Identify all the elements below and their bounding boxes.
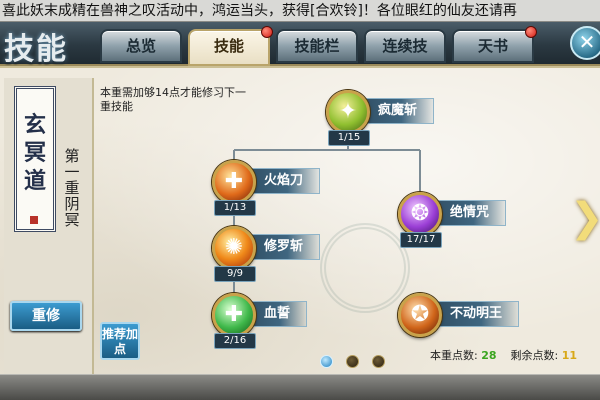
asura-slash-icon: ✺ (212, 226, 256, 270)
points-summary: 本重点数: 28 剩余点数: 11 (430, 347, 600, 363)
blood-oath-icon: ✚ (212, 293, 256, 337)
skill-node-madness-slash[interactable]: 疯魔斩 ✦ 1/15 (326, 90, 466, 150)
recommend-points-button[interactable]: 推荐加点 (100, 322, 140, 360)
remaining-points-label: 剩余点数: (510, 349, 559, 362)
heartless-curse-icon: ❂ (398, 192, 442, 236)
immovable-king-icon: ✪ (398, 293, 442, 337)
skill-level: 1/13 (214, 200, 256, 216)
skill-node-asura-slash[interactable]: 修罗斩 ✺ 9/9 (212, 226, 352, 286)
flame-blade-icon: ✚ (212, 160, 256, 204)
skill-level: 1/15 (328, 130, 370, 146)
skill-node-flame-blade[interactable]: 火焰刀 ✚ 1/13 (212, 160, 352, 220)
madness-slash-icon: ✦ (326, 90, 370, 134)
next-page-arrow-icon[interactable]: ❯ (570, 196, 600, 240)
page-dot-2[interactable] (346, 355, 359, 368)
skill-level: 17/17 (400, 232, 442, 248)
skill-node-heartless-curse[interactable]: 绝情咒 ❂ 17/17 (398, 192, 538, 252)
page-dot-1[interactable] (320, 355, 333, 368)
skill-level: 2/16 (214, 333, 256, 349)
skill-node-immovable-king[interactable]: 不动明王 ✪ (398, 293, 538, 353)
skill-level: 9/9 (214, 266, 256, 282)
page-dot-3[interactable] (372, 355, 385, 368)
current-points-value: 28 (481, 349, 497, 362)
skill-node-blood-oath[interactable]: 血誓 ✚ 2/16 (212, 293, 352, 353)
bottom-bar (0, 374, 600, 400)
current-points-label: 本重点数: (430, 349, 478, 362)
remaining-points-value: 11 (561, 349, 578, 362)
